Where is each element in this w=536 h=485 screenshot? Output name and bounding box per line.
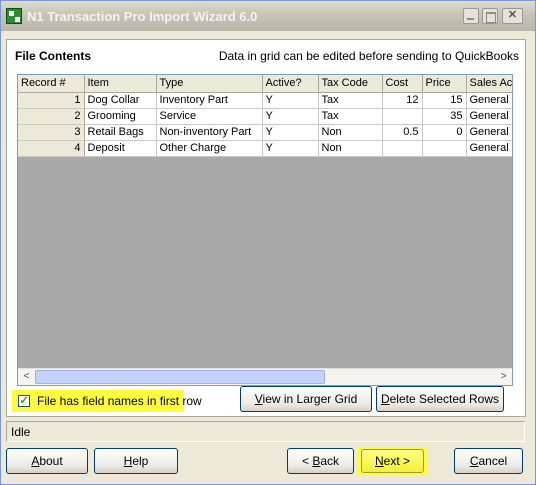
tax-code-cell[interactable]: Non <box>318 140 383 157</box>
type-cell[interactable]: Other Charge <box>156 140 263 157</box>
view-larger-mnemonic: V <box>254 392 263 406</box>
column-header-sales-account[interactable]: Sales Ac <box>466 75 512 93</box>
active-cell[interactable]: Y <box>262 124 319 141</box>
record-number-cell[interactable]: 4 <box>18 140 85 157</box>
status-text: Idle <box>11 425 31 439</box>
field-names-checkbox[interactable]: ✓ <box>18 395 30 407</box>
column-header-cost[interactable]: Cost <box>382 75 423 93</box>
maximize-icon[interactable] <box>482 8 498 24</box>
header-row: Record # Item Type Active? Tax Code Cost… <box>18 75 512 93</box>
tax-code-cell[interactable]: Non <box>318 124 383 141</box>
cost-cell[interactable]: 12 <box>382 92 423 109</box>
status-bar: Idle <box>6 421 525 442</box>
active-cell[interactable]: Y <box>262 140 319 157</box>
type-cell[interactable]: Non-inventory Part <box>156 124 263 141</box>
window-title: N1 Transaction Pro Import Wizard 6.0 <box>27 9 258 24</box>
table-row[interactable]: 4 Deposit Other Charge Y Non General S <box>18 140 512 157</box>
type-cell[interactable]: Inventory Part <box>156 92 263 109</box>
sales-account-cell[interactable]: General S <box>466 140 512 157</box>
file-contents-panel: File Contents Data in grid can be edited… <box>6 39 526 417</box>
field-names-option[interactable]: ✓ File has field names in first row <box>12 390 202 412</box>
column-header-record[interactable]: Record # <box>18 75 85 93</box>
table-row[interactable]: 1 Dog Collar Inventory Part Y Tax 12 15 … <box>18 92 512 109</box>
column-header-tax-code[interactable]: Tax Code <box>318 75 383 93</box>
view-larger-grid-button[interactable]: View in Larger Grid <box>240 386 372 412</box>
cancel-label: ancel <box>478 454 508 468</box>
next-button[interactable]: Next > <box>361 449 424 473</box>
scrollbar-thumb[interactable] <box>35 370 325 384</box>
column-header-item[interactable]: Item <box>84 75 157 93</box>
delete-selected-rows-button[interactable]: Delete Selected Rows <box>376 386 504 412</box>
cost-cell[interactable] <box>382 140 423 157</box>
about-button[interactable]: About <box>6 448 88 474</box>
about-label: bout <box>39 454 63 468</box>
sales-account-cell[interactable]: General S <box>466 108 512 125</box>
cost-cell[interactable] <box>382 108 423 125</box>
column-header-active[interactable]: Active? <box>262 75 319 93</box>
active-cell[interactable]: Y <box>262 108 319 125</box>
data-table: Record # Item Type Active? Tax Code Cost… <box>18 75 512 157</box>
panel-title: File Contents <box>15 49 92 63</box>
table-row[interactable]: 2 Grooming Service Y Tax 35 General S <box>18 108 512 125</box>
record-number-cell[interactable]: 3 <box>18 124 85 141</box>
sales-account-cell[interactable]: General S <box>466 92 512 109</box>
tax-code-cell[interactable]: Tax <box>318 92 383 109</box>
delete-label: elete Selected Rows <box>389 392 500 406</box>
cancel-button[interactable]: Cancel <box>454 448 523 474</box>
help-button[interactable]: Help <box>94 448 178 474</box>
price-cell[interactable]: 15 <box>422 92 467 109</box>
column-header-price[interactable]: Price <box>422 75 467 93</box>
minimize-icon[interactable] <box>463 8 479 24</box>
scroll-left-icon[interactable]: < <box>18 369 35 385</box>
tax-code-cell[interactable]: Tax <box>318 108 383 125</box>
horizontal-scrollbar[interactable]: < > <box>18 368 512 385</box>
back-prefix: < <box>301 454 313 468</box>
price-cell[interactable]: 0 <box>422 124 467 141</box>
data-grid[interactable]: Record # Item Type Active? Tax Code Cost… <box>17 74 513 386</box>
checkmark-icon: ✓ <box>19 395 29 407</box>
item-cell[interactable]: Deposit <box>84 140 157 157</box>
field-names-label[interactable]: File has field names in first row <box>37 394 202 408</box>
title-bar[interactable]: N1 Transaction Pro Import Wizard 6.0 ✕ <box>1 1 535 31</box>
table-row[interactable]: 3 Retail Bags Non-inventory Part Y Non 0… <box>18 124 512 141</box>
type-cell[interactable]: Service <box>156 108 263 125</box>
back-button[interactable]: < Back <box>287 448 354 474</box>
active-cell[interactable]: Y <box>262 92 319 109</box>
next-label: ext > <box>383 454 411 468</box>
record-number-cell[interactable]: 1 <box>18 92 85 109</box>
scroll-right-icon[interactable]: > <box>495 369 512 385</box>
import-wizard-window: N1 Transaction Pro Import Wizard 6.0 ✕ F… <box>0 0 536 485</box>
item-cell[interactable]: Dog Collar <box>84 92 157 109</box>
help-label: elp <box>132 454 149 468</box>
view-larger-label: iew in Larger Grid <box>262 392 358 406</box>
panel-note: Data in grid can be edited before sendin… <box>218 49 519 63</box>
close-icon[interactable]: ✕ <box>502 8 523 24</box>
cost-cell[interactable]: 0.5 <box>382 124 423 141</box>
price-cell[interactable]: 35 <box>422 108 467 125</box>
record-number-cell[interactable]: 2 <box>18 108 85 125</box>
back-label: ack <box>320 454 340 468</box>
item-cell[interactable]: Grooming <box>84 108 157 125</box>
price-cell[interactable] <box>422 140 467 157</box>
item-cell[interactable]: Retail Bags <box>84 124 157 141</box>
sales-account-cell[interactable]: General S <box>466 124 512 141</box>
next-mnemonic: N <box>374 454 384 468</box>
delete-mnemonic: D <box>380 392 390 406</box>
column-header-type[interactable]: Type <box>156 75 263 93</box>
app-icon <box>6 8 22 24</box>
